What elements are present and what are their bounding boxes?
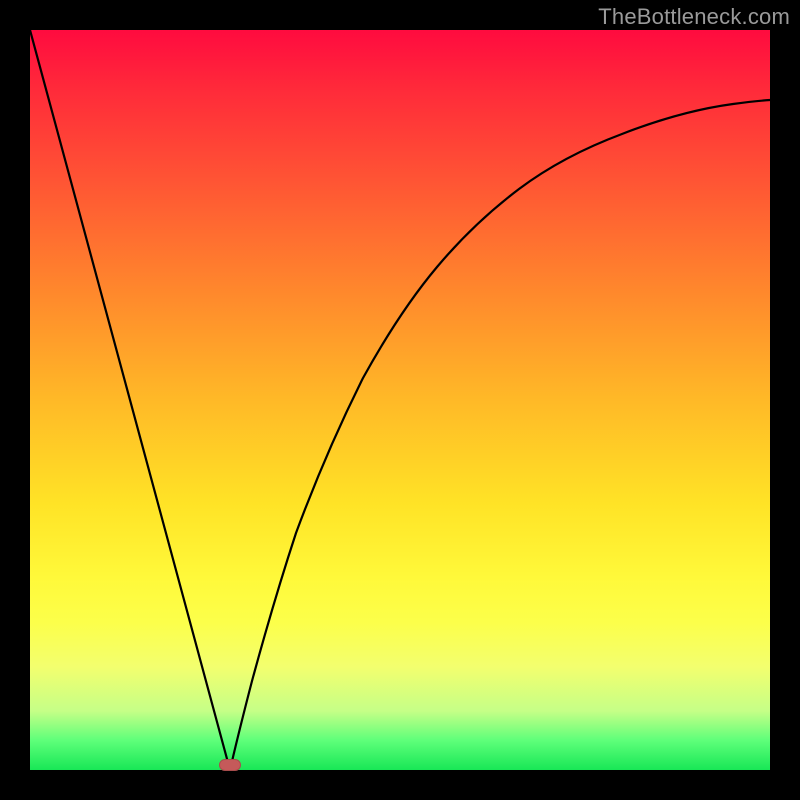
bottleneck-curve (30, 30, 770, 770)
watermark-text: TheBottleneck.com (598, 4, 790, 30)
curve-right-branch (230, 100, 770, 770)
curve-left-branch (30, 30, 230, 770)
min-point-marker (219, 759, 241, 771)
gradient-plot-area (30, 30, 770, 770)
chart-frame: TheBottleneck.com (0, 0, 800, 800)
